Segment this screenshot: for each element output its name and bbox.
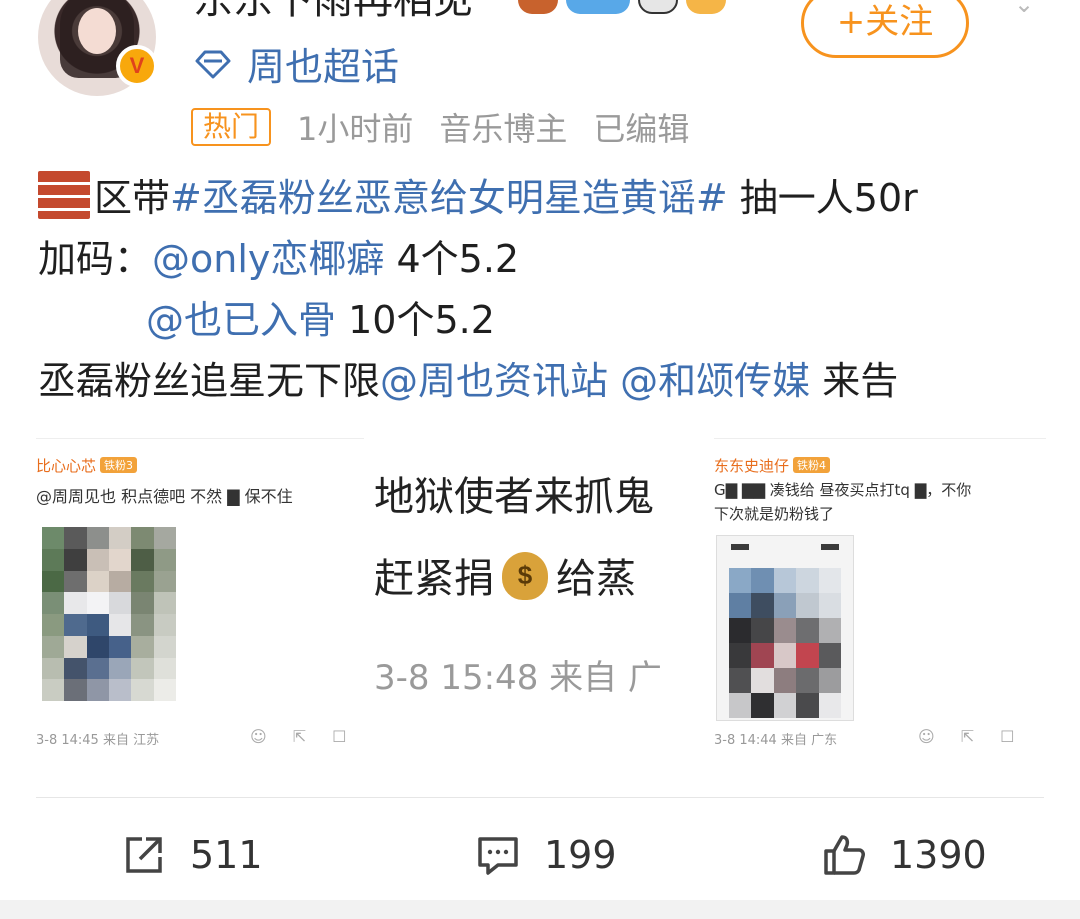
post-meta: 热门 1小时前 音乐博主 已编辑 (191, 104, 689, 150)
emoji-badges (518, 0, 726, 14)
pixelated-photo (729, 568, 841, 718)
image-grid: 比心心芯 铁粉3 @周周见也 积点德吧 不然 ▇ 保不住 3-8 14:45 来自… (36, 438, 1046, 758)
image-right[interactable]: 东东史迪仔 铁粉4 G▇ ▇▇ 凑钱给 昼夜买点打tq ▇，不你 下次就是奶粉钱了… (714, 438, 1046, 758)
pixelated-photo (42, 527, 176, 701)
money-bag-icon (502, 552, 548, 600)
text-segment: 10个5.2 (336, 298, 495, 342)
comment-user: 东东史迪仔 铁粉4 (714, 455, 831, 476)
post-time: 1小时前 (297, 110, 414, 148)
avatar-face (78, 8, 116, 54)
mention-link[interactable]: @也已入骨 (146, 298, 336, 342)
poop-emoji-icon (518, 0, 558, 14)
author-role: 音乐博主 (439, 110, 568, 148)
post-header: V 东东下雨再相见 周也超话 +关注 ⌄ 热门 1小时前 音乐博主 已编辑 (0, 0, 1080, 150)
follow-button[interactable]: +关注 (801, 0, 969, 58)
like-button[interactable]: 1390 (820, 820, 987, 890)
fan-level-badge: 铁粉4 (793, 457, 831, 473)
thumbs-up-icon (824, 835, 865, 875)
username[interactable]: 东东下雨再相见 (193, 0, 473, 22)
comment-user: 比心心芯 铁粉3 (36, 455, 138, 476)
comment-icon (478, 837, 518, 875)
comment-text: G▇ ▇▇ 凑钱给 昼夜买点打tq ▇，不你 (714, 481, 972, 499)
comment-text: @周周见也 积点德吧 不然 ▇ 保不住 (36, 487, 293, 506)
comment-footer: 3-8 14:45 来自 江苏 (36, 733, 160, 748)
like-count: 1390 (890, 833, 987, 877)
mention-link[interactable]: @和颂传媒 (620, 359, 810, 403)
comment-actions: ☺ ⇱ ☐ (918, 727, 1014, 746)
post-line-1: 区带#丞磊粉丝恶意给女明星造黄谣# 抽一人50r (38, 168, 1048, 229)
repost-count: 511 (190, 833, 263, 877)
comment-text: 下次就是奶粉钱了 (714, 505, 835, 523)
post-line-3: @也已入骨 10个5.2 (38, 290, 1048, 351)
comment-actions: ☺ ⇱ ☐ (250, 727, 346, 746)
comment-footer: 3-8 14:44 来自 广东 (714, 733, 838, 748)
hot-tag: 热门 (191, 108, 272, 146)
post-line-4: 丞磊粉丝追星无下限@周也资讯站 @和颂传媒 来告 (38, 351, 1048, 412)
text-segment: 抽一人50r (727, 176, 918, 220)
emoji-icon[interactable]: ☺ (918, 727, 935, 746)
mention-link[interactable]: @only恋椰癖 (152, 237, 384, 281)
comment-count: 199 (544, 833, 617, 877)
edited-label: 已编辑 (593, 110, 690, 148)
post-line-2: 加码：@only恋椰癖 4个5.2 (38, 229, 1048, 290)
divider (36, 797, 1044, 798)
image-caption-line-2: 赶紧捐给蒸 (374, 546, 636, 604)
repost-icon (126, 837, 162, 873)
image-date: 3-8 15:48 来自 广 (374, 658, 662, 698)
fan-level-badge: 铁粉3 (100, 457, 138, 473)
diamond-icon (195, 50, 231, 78)
verified-badge-icon: V (116, 45, 158, 87)
emoji-icon[interactable]: ☺ (250, 727, 267, 746)
chevron-down-icon[interactable]: ⌄ (1014, 0, 1042, 18)
smile-emoji-icon (686, 0, 726, 14)
text-segment: 4个5.2 (384, 237, 520, 281)
phone-screenshot (716, 535, 854, 721)
bottom-strip (0, 900, 1080, 919)
image-left[interactable]: 比心心芯 铁粉3 @周周见也 积点德吧 不然 ▇ 保不住 3-8 14:45 来自… (36, 438, 364, 758)
repost-button[interactable]: 511 (120, 820, 263, 890)
supertopic-label: 周也超话 (247, 45, 400, 89)
image-caption-line-1: 地狱使者来抓鬼 (374, 474, 654, 520)
phone-status-bar (731, 544, 839, 552)
image-middle[interactable]: 地狱使者来抓鬼 赶紧捐给蒸 3-8 15:48 来自 广 (372, 438, 702, 758)
text-segment: 区带 (94, 176, 171, 220)
badge-emoji-icon (566, 0, 630, 14)
text-segment: 来告 (810, 359, 899, 403)
post-text: 区带#丞磊粉丝恶意给女明星造黄谣# 抽一人50r 加码：@only恋椰癖 4个5… (38, 168, 1048, 412)
brick-emoji-icon (38, 171, 90, 219)
comment-icon[interactable]: ☐ (332, 727, 346, 746)
share-icon[interactable]: ⇱ (293, 727, 306, 746)
mention-link[interactable]: @周也资讯站 (380, 359, 608, 403)
text-segment: 加码： (38, 237, 153, 281)
share-icon[interactable]: ⇱ (961, 727, 974, 746)
panda-emoji-icon (638, 0, 678, 14)
topic-link[interactable]: #丞磊粉丝恶意给女明星造黄谣# (170, 176, 728, 220)
comment-button[interactable]: 199 (474, 820, 617, 890)
text-segment: 丞磊粉丝追星无下限 (38, 359, 381, 403)
supertopic-link[interactable]: 周也超话 (193, 36, 399, 91)
action-bar: 511 199 1390 (0, 820, 1080, 890)
comment-icon[interactable]: ☐ (1000, 727, 1014, 746)
